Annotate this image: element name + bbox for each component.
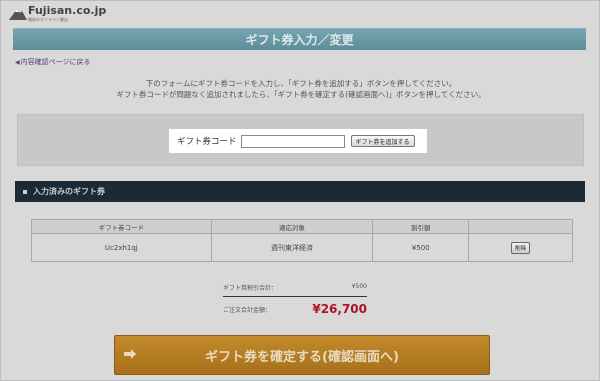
gift-code-input[interactable] <box>240 134 345 148</box>
col-header-discount: 割引額 <box>372 219 470 234</box>
col-header-target: 適応対象 <box>210 219 374 234</box>
fuji-logo-icon <box>9 7 27 21</box>
logo[interactable]: Fujisan.co.jp 雑誌のオンライン書店 <box>9 5 106 25</box>
gift-discount-label: ギフト券割引合計： <box>223 285 278 292</box>
delete-button[interactable]: 削除 <box>511 241 531 254</box>
confirm-gift-button[interactable]: ギフト券を確定する(確認画面へ) <box>114 335 490 375</box>
order-total-label: ご注文合計金額： <box>223 306 272 314</box>
gift-table: ギフト券コード 適応対象 割引額 Uc2xh1qj 週刊東洋経済 ¥500 削除 <box>31 219 573 262</box>
section-title: 入力済みのギフト券 <box>33 187 105 196</box>
gift-code-label: ギフト券コード <box>177 137 237 147</box>
page-frame: Fujisan.co.jp 雑誌のオンライン書店 ギフト券入力／変更 ◀ 内容確… <box>0 0 600 381</box>
add-gift-button[interactable]: ギフト券を追加する <box>350 135 415 147</box>
table-header-row: ギフト券コード 適応対象 割引額 <box>31 219 573 234</box>
gift-discount-row: ギフト券割引合計： ¥500 <box>223 283 367 297</box>
col-header-action <box>468 219 573 234</box>
table-row: Uc2xh1qj 週刊東洋経済 ¥500 削除 <box>31 233 573 262</box>
back-link[interactable]: ◀ 内容確認ページに戻る <box>15 57 91 67</box>
instruction-line-2: ギフト券コードが問題なく追加されましたら、「ギフト券を確定する(確認画面へ)」ボ… <box>116 90 486 99</box>
instruction-line-1: 下のフォームにギフト券コードを入力し、「ギフト券を追加する」ボタンを押してくださ… <box>145 79 457 88</box>
gift-discount-value: ¥500 <box>351 283 367 290</box>
confirm-gift-label: ギフト券を確定する(確認画面へ) <box>205 349 399 365</box>
gift-code-form: ギフト券コード ギフト券を追加する <box>169 129 427 153</box>
page-title: ギフト券入力／変更 <box>13 28 586 50</box>
back-link-label: 内容確認ページに戻る <box>20 58 91 66</box>
arrow-right-icon <box>123 347 137 361</box>
cell-code: Uc2xh1qj <box>31 233 212 262</box>
order-summary: ギフト券割引合計： ¥500 ご注文合計金額： ¥26,700 <box>223 283 367 316</box>
section-header: 入力済みのギフト券 <box>15 181 585 202</box>
cell-discount: ¥500 <box>372 233 470 262</box>
cell-target: 週刊東洋経済 <box>210 233 374 262</box>
col-header-code: ギフト券コード <box>31 219 212 234</box>
logo-text: Fujisan.co.jp <box>28 4 107 17</box>
back-arrow-icon: ◀ <box>15 58 20 66</box>
instructions: 下のフォームにギフト券コードを入力し、「ギフト券を追加する」ボタンを押してくださ… <box>1 78 600 100</box>
square-bullet-icon <box>23 189 27 194</box>
logo-subtitle: 雑誌のオンライン書店 <box>28 17 68 22</box>
cell-action: 削除 <box>468 233 573 262</box>
order-total-row: ご注文合計金額： ¥26,700 <box>223 302 367 316</box>
order-total-value: ¥26,700 <box>312 302 367 316</box>
